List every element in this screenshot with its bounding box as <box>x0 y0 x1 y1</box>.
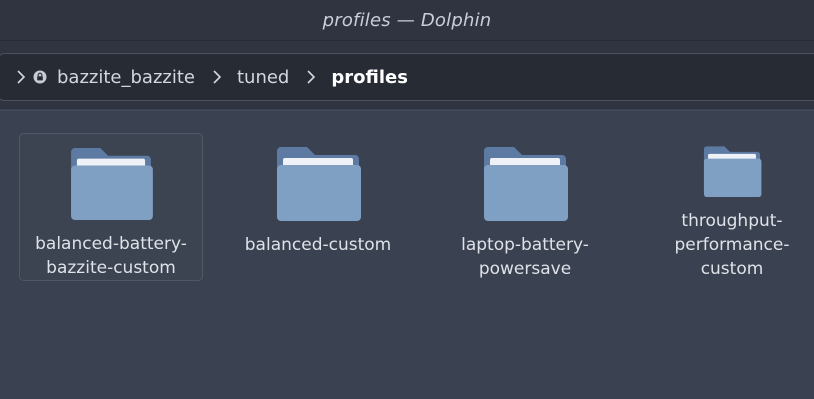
folder-icon <box>71 147 153 220</box>
breadcrumb[interactable]: bazzite_bazzite tuned profiles <box>0 53 814 101</box>
breadcrumb-root-chevron-icon[interactable] <box>13 67 29 87</box>
folder-icon <box>703 146 762 197</box>
breadcrumb-item-bazzite[interactable]: bazzite_bazzite <box>57 67 195 88</box>
folder-icon <box>484 147 568 221</box>
folder-name: balanced-custom <box>244 235 392 255</box>
location-bar-area: bazzite_bazzite tuned profiles <box>0 41 814 109</box>
folder-item[interactable]: balanced-battery- bazzite-custom <box>19 133 203 281</box>
lock-icon <box>33 70 47 84</box>
folder-item[interactable]: balanced-custom <box>226 133 410 281</box>
folder-name: laptop-battery- powersave <box>461 235 589 279</box>
folder-name: balanced-battery- bazzite-custom <box>35 234 187 278</box>
breadcrumb-item-profiles[interactable]: profiles <box>331 67 408 88</box>
folder-name: throughput- performance- custom <box>674 211 790 279</box>
folder-item[interactable]: throughput- performance- custom <box>640 133 814 281</box>
folder-item[interactable]: laptop-battery- powersave <box>433 133 617 281</box>
title-bar[interactable]: profiles — Dolphin <box>0 0 814 41</box>
dolphin-window: profiles — Dolphin bazzite_bazzite tuned <box>0 0 814 399</box>
breadcrumb-item-tuned[interactable]: tuned <box>237 67 289 88</box>
folder-icon <box>277 147 361 221</box>
file-view[interactable]: balanced-battery- bazzite-custom balance… <box>0 110 814 399</box>
chevron-right-icon <box>209 67 225 87</box>
window-title: profiles — Dolphin <box>322 9 492 31</box>
chevron-right-icon <box>303 67 319 87</box>
